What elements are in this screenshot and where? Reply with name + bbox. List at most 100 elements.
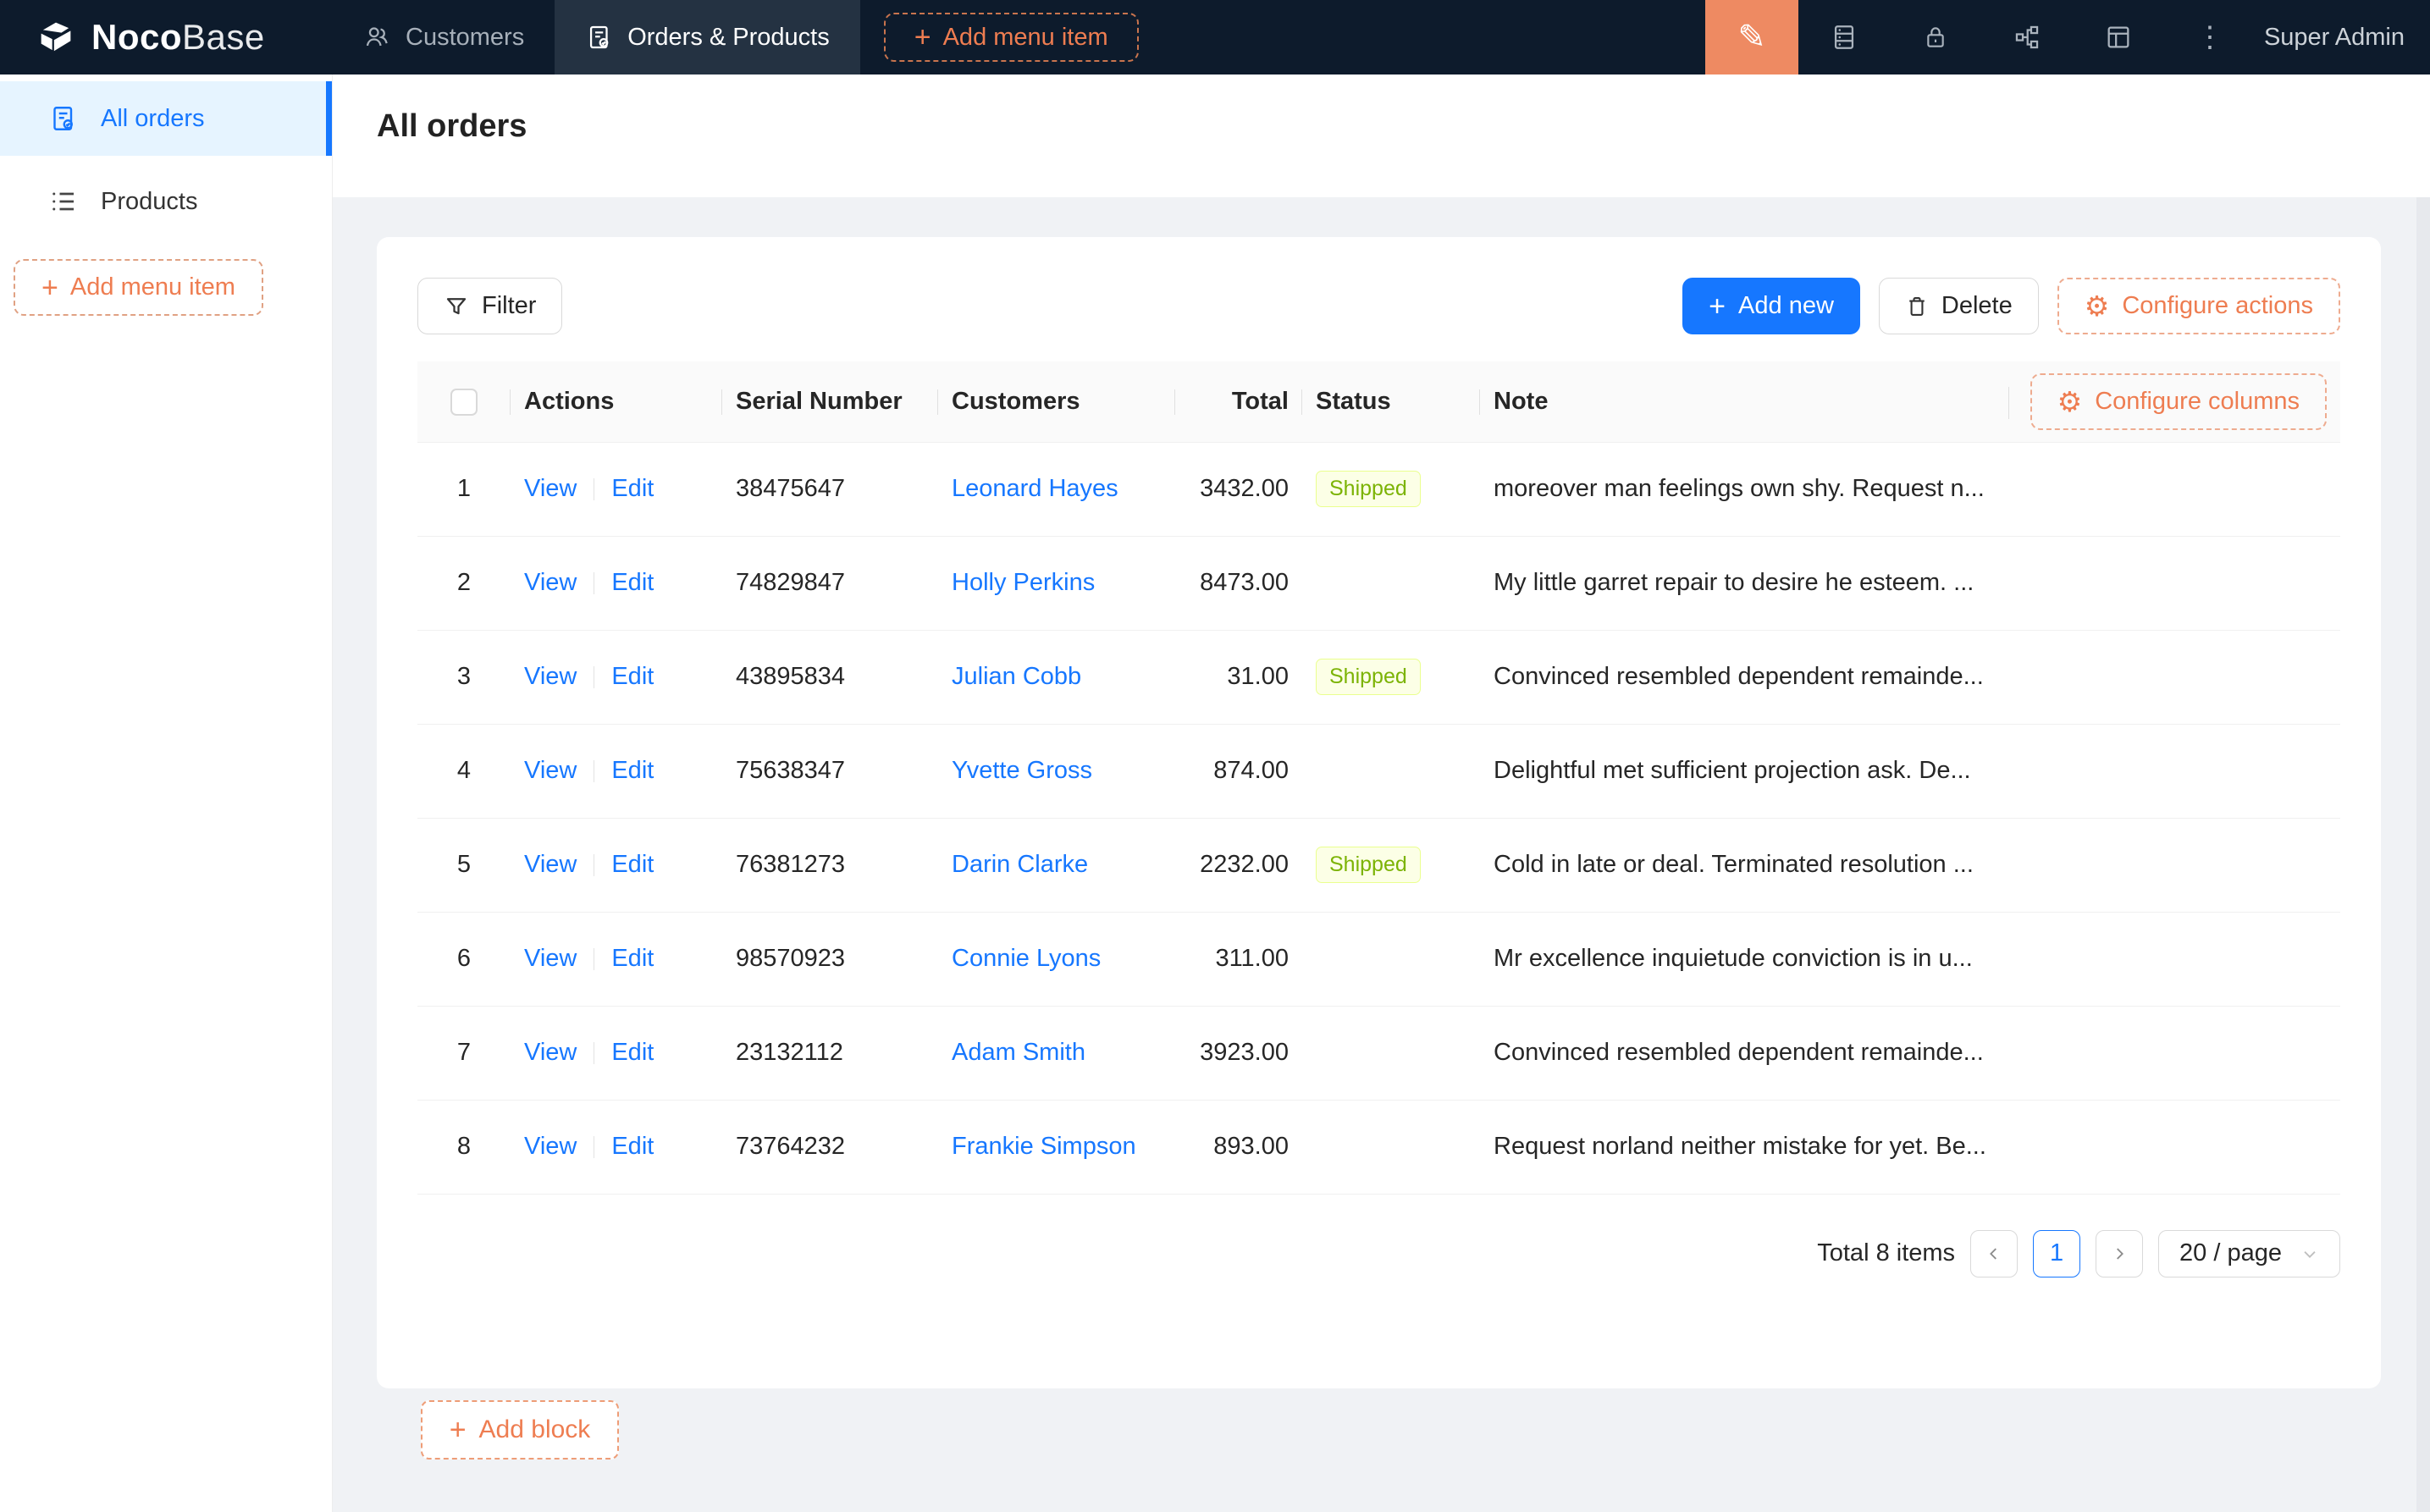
configure-actions-button[interactable]: ⚙ Configure actions bbox=[2057, 278, 2340, 334]
permissions-button[interactable] bbox=[1890, 0, 1981, 74]
note-text: My little garret repair to desire he est… bbox=[1494, 569, 1974, 596]
user-menu[interactable]: Super Admin bbox=[2256, 0, 2430, 74]
total-value: 893.00 bbox=[1213, 1133, 1289, 1160]
row-index: 5 bbox=[457, 851, 471, 878]
view-link[interactable]: View bbox=[524, 569, 577, 596]
total-value: 311.00 bbox=[1215, 945, 1289, 972]
table-toolbar: Filter + Add new Delete bbox=[417, 278, 2340, 334]
nav-item-customers[interactable]: Customers bbox=[333, 0, 555, 74]
nav-add-menu-item-button[interactable]: + Add menu item bbox=[884, 13, 1139, 62]
gear-icon: ⚙ bbox=[2085, 292, 2110, 320]
edit-link[interactable]: Edit bbox=[611, 851, 654, 878]
total-value: 3432.00 bbox=[1200, 475, 1289, 502]
table-row: 5 ViewEdit 76381273 Darin Clarke 2232.00… bbox=[417, 818, 2340, 912]
edit-link[interactable]: Edit bbox=[611, 1039, 654, 1066]
chevron-down-icon bbox=[2300, 1244, 2319, 1263]
nocobase-logo[interactable]: NocoBase bbox=[0, 0, 333, 74]
nav-item-orders-products[interactable]: Orders & Products bbox=[555, 0, 860, 74]
column-header-serial-number[interactable]: Serial Number bbox=[722, 361, 938, 442]
serial-number: 98570923 bbox=[736, 945, 845, 972]
row-index: 6 bbox=[457, 945, 471, 972]
customer-link[interactable]: Julian Cobb bbox=[952, 663, 1081, 690]
table-row: 1 View Edit 38475647 Leonard Hayes 3432.0… bbox=[417, 442, 2340, 536]
column-header-customers[interactable]: Customers bbox=[938, 361, 1175, 442]
orders-table: Actions Serial Number Customers Total St… bbox=[417, 361, 2340, 1195]
table-row: 6 ViewEdit 98570923 Connie Lyons 311.00 … bbox=[417, 912, 2340, 1006]
edit-link[interactable]: Edit bbox=[611, 663, 654, 690]
configure-actions-label: Configure actions bbox=[2122, 292, 2313, 320]
customer-link[interactable]: Darin Clarke bbox=[952, 851, 1088, 878]
add-block-label: Add block bbox=[479, 1415, 591, 1444]
column-header-total[interactable]: Total bbox=[1175, 361, 1302, 442]
nav-item-label: Orders & Products bbox=[627, 24, 830, 52]
scrollbar[interactable] bbox=[2416, 197, 2430, 1512]
chevron-right-icon bbox=[2110, 1244, 2129, 1263]
configure-columns-button[interactable]: ⚙ Configure columns bbox=[2030, 373, 2327, 430]
orders-table-body: 1 View Edit 38475647 Leonard Hayes 3432.0… bbox=[417, 442, 2340, 1194]
sidebar-add-label: Add menu item bbox=[70, 273, 235, 301]
gear-icon: ⚙ bbox=[2057, 388, 2083, 416]
configure-columns-label: Configure columns bbox=[2095, 388, 2300, 416]
pagination-prev-button[interactable] bbox=[1970, 1230, 2018, 1277]
total-value: 8473.00 bbox=[1200, 569, 1289, 596]
note-text: Request norland neither mistake for yet.… bbox=[1494, 1133, 1986, 1160]
note-text: Delightful met sufficient projection ask… bbox=[1494, 757, 1971, 784]
view-link[interactable]: View bbox=[524, 1039, 577, 1066]
edit-link[interactable]: Edit bbox=[611, 475, 654, 502]
customer-link[interactable]: Connie Lyons bbox=[952, 945, 1101, 972]
lock-icon bbox=[1922, 23, 1949, 52]
view-link[interactable]: View bbox=[524, 663, 577, 690]
sidebar-item-products[interactable]: Products bbox=[0, 164, 332, 239]
edit-link[interactable]: Edit bbox=[611, 945, 654, 972]
plugins-button[interactable] bbox=[1981, 0, 2073, 74]
edit-link[interactable]: Edit bbox=[611, 1133, 654, 1160]
pagination-current-page: 1 bbox=[2050, 1239, 2063, 1267]
row-index: 3 bbox=[457, 663, 471, 690]
page-content: Filter + Add new Delete bbox=[333, 197, 2430, 1512]
more-button[interactable]: ⋮ bbox=[2164, 0, 2256, 74]
filter-button[interactable]: Filter bbox=[417, 278, 562, 334]
column-header-status[interactable]: Status bbox=[1302, 361, 1480, 442]
row-index: 1 bbox=[457, 475, 471, 502]
database-icon bbox=[1830, 23, 1858, 52]
serial-number: 38475647 bbox=[736, 475, 845, 502]
collections-button[interactable] bbox=[1798, 0, 1890, 74]
sidebar-item-all-orders[interactable]: All orders bbox=[0, 81, 332, 156]
status-badge: Shipped bbox=[1316, 471, 1421, 507]
add-new-label: Add new bbox=[1738, 292, 1834, 320]
note-text: moreover man feelings own shy. Request n… bbox=[1494, 475, 1985, 502]
top-navbar: NocoBase Customers Orders & Products + A… bbox=[0, 0, 2430, 74]
add-new-button[interactable]: + Add new bbox=[1682, 278, 1860, 334]
view-link[interactable]: View bbox=[524, 945, 577, 972]
pagination-next-button[interactable] bbox=[2096, 1230, 2143, 1277]
row-index: 2 bbox=[457, 569, 471, 596]
customer-link[interactable]: Frankie Simpson bbox=[952, 1133, 1136, 1160]
layout-button[interactable] bbox=[2073, 0, 2164, 74]
page-size-select[interactable]: 20 / page bbox=[2158, 1230, 2340, 1277]
sidebar-item-label: All orders bbox=[101, 105, 205, 133]
add-block-button[interactable]: + Add block bbox=[421, 1400, 619, 1460]
customer-link[interactable]: Leonard Hayes bbox=[952, 475, 1118, 502]
column-header-note[interactable]: Note bbox=[1494, 388, 1548, 416]
column-header-actions[interactable]: Actions bbox=[511, 361, 722, 442]
view-link[interactable]: View bbox=[524, 851, 577, 878]
highlighter-icon: ✎ bbox=[1737, 18, 1766, 57]
customer-link[interactable]: Yvette Gross bbox=[952, 757, 1092, 784]
total-value: 3923.00 bbox=[1200, 1039, 1289, 1066]
ui-editor-button[interactable]: ✎ bbox=[1705, 0, 1798, 74]
edit-link[interactable]: Edit bbox=[611, 757, 654, 784]
pagination-page-1[interactable]: 1 bbox=[2033, 1230, 2080, 1277]
total-value: 874.00 bbox=[1213, 757, 1289, 784]
customer-link[interactable]: Adam Smith bbox=[952, 1039, 1085, 1066]
delete-button[interactable]: Delete bbox=[1879, 278, 2039, 334]
sidebar-add-menu-item-button[interactable]: + Add menu item bbox=[14, 259, 263, 316]
select-all-checkbox[interactable] bbox=[450, 389, 478, 416]
view-link[interactable]: View bbox=[524, 757, 577, 784]
view-link[interactable]: View bbox=[524, 1133, 577, 1160]
customer-link[interactable]: Holly Perkins bbox=[952, 569, 1095, 596]
plus-icon: + bbox=[450, 1415, 467, 1444]
serial-number: 73764232 bbox=[736, 1133, 845, 1160]
view-link[interactable]: View bbox=[524, 475, 577, 502]
row-index: 7 bbox=[457, 1039, 471, 1066]
edit-link[interactable]: Edit bbox=[611, 569, 654, 596]
